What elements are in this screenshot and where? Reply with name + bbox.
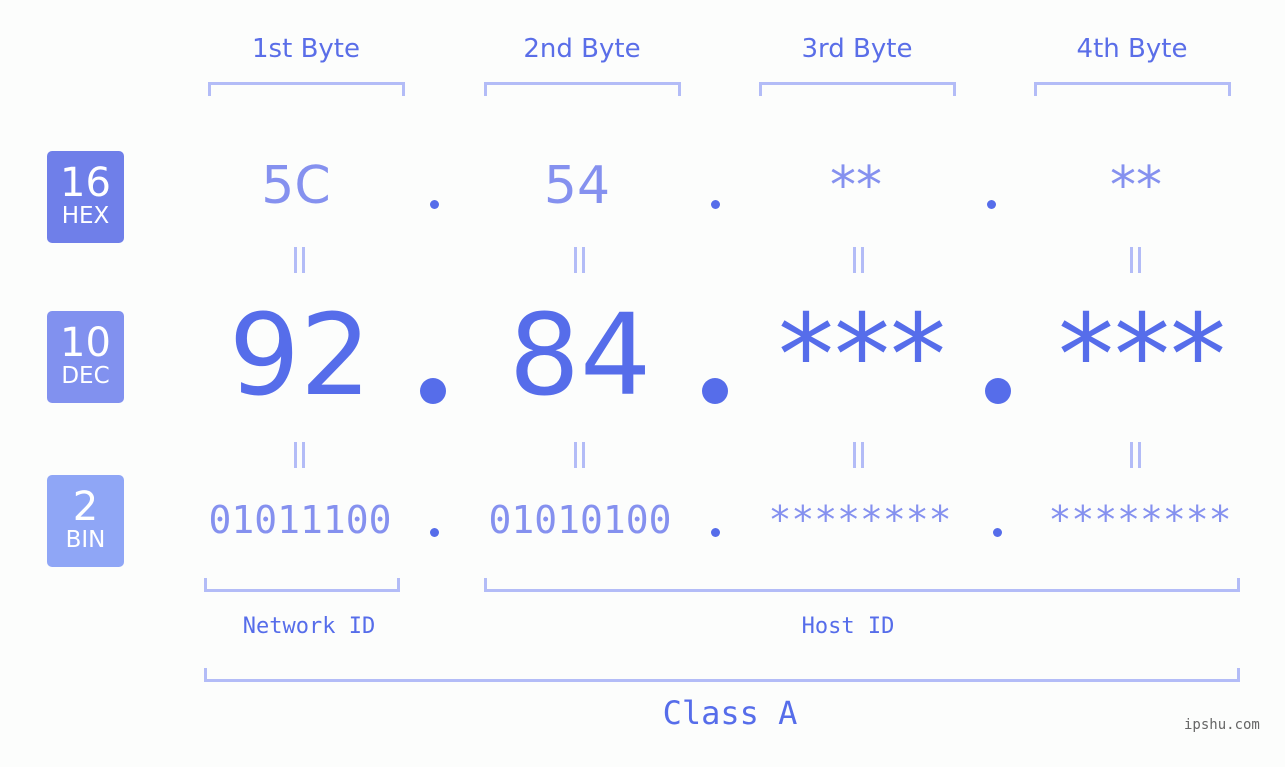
dec-byte-4: *** — [1058, 291, 1226, 421]
byte-header-3: 3rd Byte — [801, 34, 913, 64]
class-bracket — [204, 668, 1240, 682]
bin-byte-2: 01010100 — [488, 498, 672, 542]
bin-separator-dot — [993, 528, 1002, 537]
class-label: Class A — [662, 694, 798, 732]
dec-badge: 10 DEC — [47, 311, 124, 403]
byte-bracket-3 — [759, 82, 956, 96]
equals-icon — [1126, 442, 1146, 468]
equals-icon — [290, 442, 310, 468]
hex-badge: 16 HEX — [47, 151, 124, 243]
watermark: ipshu.com — [1184, 717, 1260, 733]
network-id-bracket — [204, 578, 400, 592]
byte-bracket-1 — [208, 82, 405, 96]
byte-header-4: 4th Byte — [1076, 34, 1188, 64]
equals-icon — [570, 442, 590, 468]
hex-base-label: HEX — [61, 203, 110, 229]
host-id-bracket — [484, 578, 1240, 592]
dec-base-label: DEC — [61, 363, 110, 389]
bin-byte-4: ******** — [1048, 498, 1232, 542]
equals-icon — [290, 247, 310, 273]
hex-base-number: 16 — [60, 160, 111, 206]
dec-separator-dot — [985, 378, 1011, 404]
equals-icon — [1126, 247, 1146, 273]
dec-byte-1: 92 — [228, 291, 372, 421]
bin-separator-dot — [711, 528, 720, 537]
dec-separator-dot — [702, 378, 728, 404]
hex-separator-dot — [711, 200, 720, 209]
bin-base-label: BIN — [65, 527, 106, 553]
equals-icon — [570, 247, 590, 273]
bin-base-number: 2 — [72, 484, 99, 530]
hex-byte-1: 5C — [261, 156, 331, 216]
bin-byte-3: ******** — [768, 498, 952, 542]
network-id-label: Network ID — [242, 614, 376, 639]
bin-separator-dot — [430, 528, 439, 537]
hex-separator-dot — [430, 200, 439, 209]
byte-bracket-2 — [484, 82, 681, 96]
byte-header-1: 1st Byte — [252, 34, 360, 64]
byte-header-2: 2nd Byte — [523, 34, 641, 64]
equals-icon — [849, 442, 869, 468]
host-id-label: Host ID — [801, 614, 895, 639]
byte-bracket-4 — [1034, 82, 1231, 96]
hex-byte-4: ** — [1110, 156, 1162, 216]
bin-badge: 2 BIN — [47, 475, 124, 567]
hex-separator-dot — [987, 200, 996, 209]
bin-byte-1: 01011100 — [208, 498, 392, 542]
dec-base-number: 10 — [60, 320, 111, 366]
dec-separator-dot — [420, 378, 446, 404]
hex-byte-2: 54 — [543, 156, 611, 216]
dec-byte-3: *** — [778, 291, 946, 421]
hex-byte-3: ** — [830, 156, 882, 216]
dec-byte-2: 84 — [508, 291, 652, 421]
equals-icon — [849, 247, 869, 273]
